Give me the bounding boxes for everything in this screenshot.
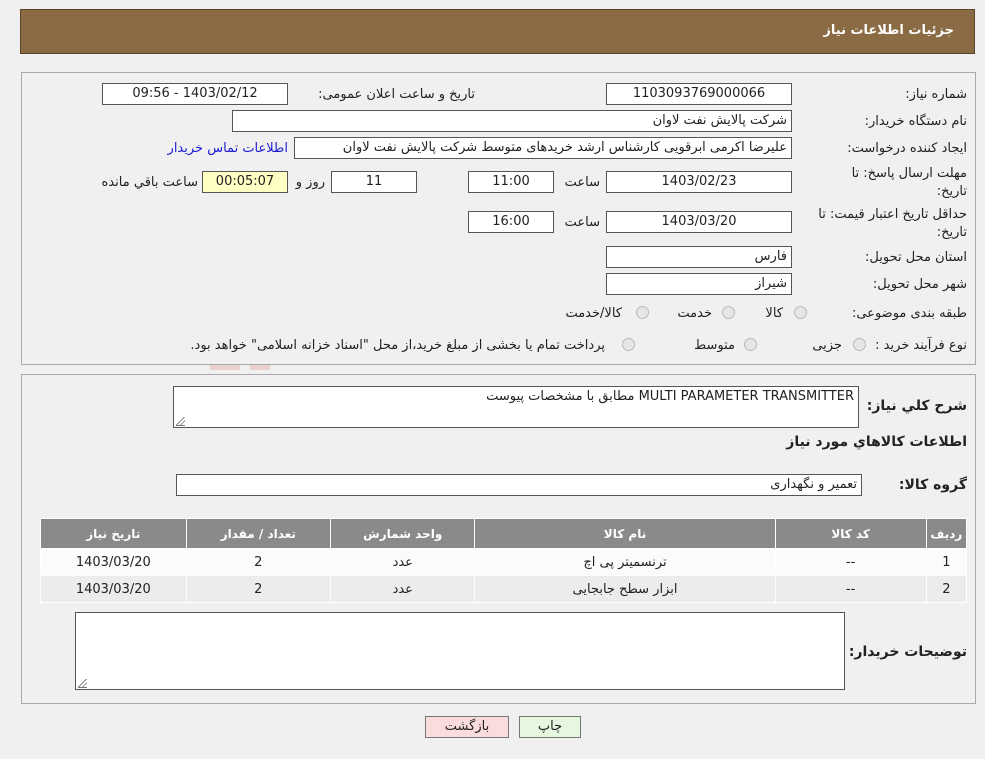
cell-row-number: 2	[925, 575, 968, 603]
back-button[interactable]: بازگشت	[425, 716, 509, 738]
cell-row-number: 1	[925, 548, 968, 576]
process-radio-medium[interactable]	[744, 338, 757, 351]
validity-time-field: 16:00	[468, 211, 554, 233]
resize-grip-icon[interactable]	[78, 679, 87, 688]
announce-label: تاریخ و ساعت اعلان عمومی:	[318, 87, 475, 102]
process-label: نوع فرآیند خرید :	[875, 338, 967, 353]
description-field: MULTI PARAMETER TRANSMITTER مطابق با مشخ…	[173, 386, 859, 428]
col-item-code: کد کالا	[774, 518, 927, 549]
goods-group-label: گروه کالا:	[898, 477, 967, 493]
province-label: استان محل تحویل:	[865, 250, 967, 265]
col-need-date: تاریخ نیاز	[40, 518, 187, 549]
contact-buyer-link[interactable]: اطلاعات تماس خریدار	[168, 141, 288, 156]
buyer-org-field: شرکت پالایش نفت لاوان	[232, 110, 792, 132]
remaining-label: ساعت باقي مانده	[101, 175, 198, 190]
cell-quantity: 2	[185, 575, 332, 603]
deadline-time-label: ساعت	[564, 175, 600, 190]
category-radio-goods[interactable]	[794, 306, 807, 319]
goods-table: ردیف کد کالا نام کالا واحد شمارش تعداد /…	[40, 518, 968, 603]
validity-time-label: ساعت	[564, 215, 600, 230]
goods-info-title: اطلاعات كالاهاي مورد نياز	[786, 434, 967, 450]
deadline-label-2: تاریخ:	[936, 184, 967, 199]
process-note: پرداخت تمام یا بخشی از مبلغ خرید،از محل …	[190, 338, 605, 353]
cell-item-name: ترنسمیتر پی اچ	[474, 548, 776, 576]
remaining-time-field: 00:05:07	[202, 171, 288, 193]
resize-grip-icon[interactable]	[176, 417, 185, 426]
cell-item-code: --	[774, 548, 927, 576]
cell-unit: عدد	[330, 548, 476, 576]
table-header-row: ردیف کد کالا نام کالا واحد شمارش تعداد /…	[40, 518, 968, 549]
city-label: شهر محل تحویل:	[872, 277, 967, 292]
announce-field: 1403/02/12 - 09:56	[102, 83, 288, 105]
buyer-org-label: نام دستگاه خریدار:	[864, 114, 967, 129]
col-unit: واحد شمارش	[330, 518, 476, 549]
deadline-time-field: 11:00	[468, 171, 554, 193]
category-label: طبقه بندی موضوعی:	[851, 306, 967, 321]
category-radio-service[interactable]	[722, 306, 735, 319]
province-field: فارس	[606, 246, 792, 268]
goods-group-field: تعمیر و نگهداری	[176, 474, 862, 496]
process-option-minor: جزیی	[812, 338, 842, 353]
validity-date-field: 1403/03/20	[606, 211, 792, 233]
category-option-goods-service: کالا/خدمت	[565, 306, 622, 321]
category-option-service: خدمت	[677, 306, 712, 321]
deadline-label: مهلت ارسال پاسخ: تا	[851, 166, 967, 181]
buyer-notes-field	[75, 612, 845, 690]
days-label: روز و	[295, 175, 325, 190]
cell-unit: عدد	[330, 575, 476, 603]
cell-need-date: 1403/03/20	[40, 548, 187, 576]
description-text: MULTI PARAMETER TRANSMITTER مطابق با مشخ…	[486, 389, 854, 404]
validity-label-2: تاریخ:	[936, 225, 967, 240]
col-item-name: نام کالا	[474, 518, 776, 549]
city-field: شیراز	[606, 273, 792, 295]
creator-field: علیرضا اکرمی ابرقویی کارشناس ارشد خریدها…	[294, 137, 792, 159]
buyer-notes-label: توضیحات خریدار:	[848, 644, 967, 660]
process-option-medium: متوسط	[694, 338, 735, 353]
col-quantity: تعداد / مقدار	[185, 518, 332, 549]
need-number-field: 1103093769000066	[606, 83, 792, 105]
cell-need-date: 1403/03/20	[40, 575, 187, 603]
process-note-checkbox[interactable]	[622, 338, 635, 351]
page-header: جزئیات اطلاعات نیاز	[20, 9, 975, 54]
days-field: 11	[331, 171, 417, 193]
need-number-label: شماره نیاز:	[905, 87, 967, 102]
validity-label: حداقل تاریخ اعتبار قیمت: تا	[818, 207, 967, 222]
table-row: 1 -- ترنسمیتر پی اچ عدد 2 1403/03/20	[40, 548, 968, 576]
cell-item-name: ابزار سطح جابجایی	[474, 575, 776, 603]
category-radio-goods-service[interactable]	[636, 306, 649, 319]
description-label: شرح كلي نياز:	[866, 398, 967, 414]
process-radio-minor[interactable]	[853, 338, 866, 351]
creator-label: ایجاد کننده درخواست:	[847, 141, 967, 156]
print-button[interactable]: چاپ	[519, 716, 581, 738]
col-row-number: ردیف	[925, 518, 968, 549]
category-option-goods: کالا	[765, 306, 783, 321]
deadline-date-field: 1403/02/23	[606, 171, 792, 193]
cell-item-code: --	[774, 575, 927, 603]
table-row: 2 -- ابزار سطح جابجایی عدد 2 1403/03/20	[40, 575, 968, 603]
cell-quantity: 2	[185, 548, 332, 576]
